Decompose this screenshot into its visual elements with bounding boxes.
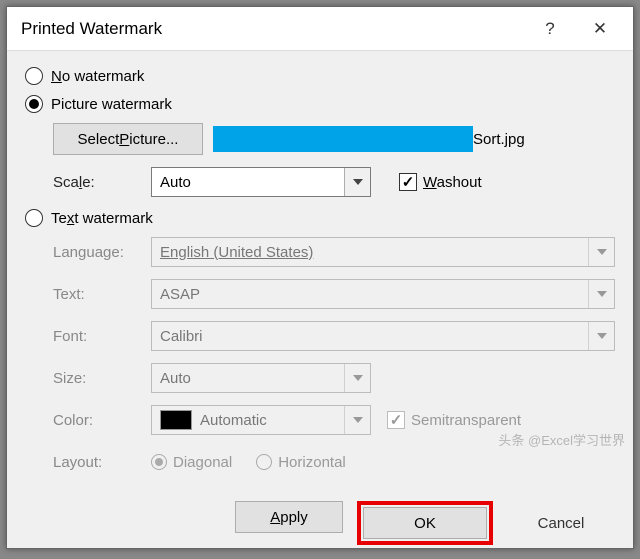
text-label: Text:: [53, 286, 151, 303]
help-button[interactable]: ?: [525, 7, 575, 51]
color-swatch-icon: [160, 410, 192, 430]
close-button[interactable]: ✕: [575, 7, 625, 51]
text-combo: ASAP: [151, 279, 615, 309]
cancel-button[interactable]: Cancel: [507, 501, 615, 545]
language-combo: English (United States): [151, 237, 615, 267]
path-suffix: Sort.jpg: [473, 131, 525, 148]
text-watermark-option[interactable]: Text watermark: [25, 209, 615, 227]
no-watermark-label: No watermark: [51, 68, 144, 85]
semitransparent-label: Semitransparent: [411, 412, 521, 429]
radio-icon: [25, 95, 43, 113]
radio-icon: [256, 454, 272, 470]
dialog-title: Printed Watermark: [21, 19, 525, 39]
scale-label: Scale:: [53, 174, 151, 191]
layout-diagonal-option: Diagonal: [151, 454, 232, 471]
color-label: Color:: [53, 412, 151, 429]
dialog-footer: Apply OK Cancel: [7, 495, 633, 559]
layout-label: Layout:: [53, 454, 151, 471]
font-label: Font:: [53, 328, 151, 345]
select-picture-button[interactable]: Select Picture...: [53, 123, 203, 155]
color-combo: Automatic: [151, 405, 371, 435]
size-label: Size:: [53, 370, 151, 387]
no-watermark-option[interactable]: No watermark: [25, 67, 615, 85]
text-watermark-label: Text watermark: [51, 210, 153, 227]
picture-path: Sort.jpg: [213, 126, 525, 152]
semitransparent-checkbox: Semitransparent: [387, 411, 521, 429]
size-combo: Auto: [151, 363, 371, 393]
checkbox-icon: [387, 411, 405, 429]
radio-icon: [151, 454, 167, 470]
chevron-down-icon: [588, 280, 614, 308]
chevron-down-icon: [344, 364, 370, 392]
ok-button[interactable]: OK: [363, 507, 487, 539]
titlebar: Printed Watermark ? ✕: [7, 7, 633, 51]
chevron-down-icon: [344, 168, 370, 196]
redacted-path: [213, 126, 473, 152]
apply-button[interactable]: Apply: [235, 501, 343, 533]
picture-watermark-label: Picture watermark: [51, 96, 172, 113]
picture-watermark-option[interactable]: Picture watermark: [25, 95, 615, 113]
chevron-down-icon: [588, 322, 614, 350]
washout-checkbox[interactable]: Washout: [399, 173, 482, 191]
layout-horizontal-option: Horizontal: [256, 454, 346, 471]
checkbox-icon: [399, 173, 417, 191]
washout-label: Washout: [423, 174, 482, 191]
printed-watermark-dialog: Printed Watermark ? ✕ No watermark Pictu…: [6, 6, 634, 549]
radio-icon: [25, 67, 43, 85]
chevron-down-icon: [344, 406, 370, 434]
language-label: Language:: [53, 244, 151, 261]
font-combo: Calibri: [151, 321, 615, 351]
ok-highlight: OK: [357, 501, 493, 545]
radio-icon: [25, 209, 43, 227]
scale-combo[interactable]: Auto: [151, 167, 371, 197]
chevron-down-icon: [588, 238, 614, 266]
